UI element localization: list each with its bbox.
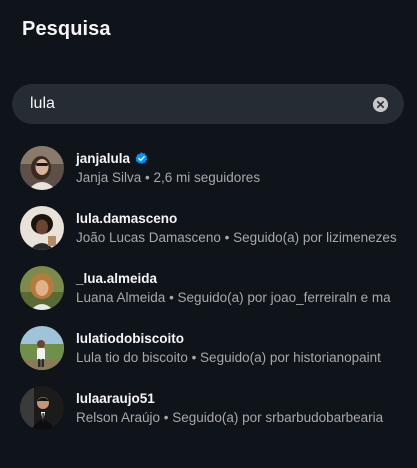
- username-row: lulatiodobiscoito: [76, 330, 381, 347]
- result-subtitle: Janja Silva • 2,6 mi seguidores: [76, 169, 261, 185]
- avatar[interactable]: [20, 326, 64, 370]
- username: janjalula: [76, 150, 131, 166]
- close-icon: [373, 96, 388, 112]
- result-subtitle: Lula tio do biscoito • Seguido(a) por hi…: [76, 349, 381, 365]
- search-bar[interactable]: [12, 84, 404, 124]
- username-row: lula.damasceno: [76, 210, 397, 227]
- list-item[interactable]: lulaaraujo51 Relson Araújo • Seguido(a) …: [0, 378, 417, 438]
- verified-badge-icon: [135, 151, 148, 165]
- page-title: Pesquisa: [22, 18, 111, 40]
- avatar[interactable]: [20, 266, 64, 310]
- avatar[interactable]: [20, 146, 64, 190]
- list-item[interactable]: _lua.almeida Luana Almeida • Seguido(a) …: [0, 258, 417, 318]
- search-results-list: janjalula Janja Silva • 2,6 mi seguidore…: [0, 138, 417, 438]
- list-item[interactable]: janjalula Janja Silva • 2,6 mi seguidore…: [0, 138, 417, 198]
- avatar[interactable]: [20, 206, 64, 250]
- search-input[interactable]: [30, 95, 373, 113]
- username-row: _lua.almeida: [76, 270, 391, 287]
- username: _lua.almeida: [76, 270, 158, 286]
- username: lulaaraujo51: [76, 390, 155, 406]
- result-text: lulaaraujo51 Relson Araújo • Seguido(a) …: [76, 390, 383, 427]
- result-subtitle: Relson Araújo • Seguido(a) por srbarbudo…: [76, 409, 384, 425]
- result-text: janjalula Janja Silva • 2,6 mi seguidore…: [76, 150, 260, 187]
- username: lulatiodobiscoito: [76, 330, 184, 346]
- username: lula.damasceno: [76, 210, 178, 226]
- clear-search-button[interactable]: [373, 96, 388, 112]
- username-row: lulaaraujo51: [76, 390, 383, 407]
- search-panel: Pesquisa lula janjalula Janja Silva • 2,…: [0, 0, 417, 468]
- list-item[interactable]: lulatiodobiscoito Lula tio do biscoito •…: [0, 318, 417, 378]
- list-item[interactable]: lula.damasceno João Lucas Damasceno • Se…: [0, 198, 417, 258]
- result-text: _lua.almeida Luana Almeida • Seguido(a) …: [76, 270, 391, 307]
- result-subtitle: Luana Almeida • Seguido(a) por joao_ferr…: [76, 289, 391, 305]
- result-subtitle: João Lucas Damasceno • Seguido(a) por li…: [76, 229, 397, 245]
- username-row: janjalula: [76, 150, 260, 167]
- result-text: lula.damasceno João Lucas Damasceno • Se…: [76, 210, 397, 247]
- avatar[interactable]: [20, 386, 64, 430]
- result-text: lulatiodobiscoito Lula tio do biscoito •…: [76, 330, 381, 367]
